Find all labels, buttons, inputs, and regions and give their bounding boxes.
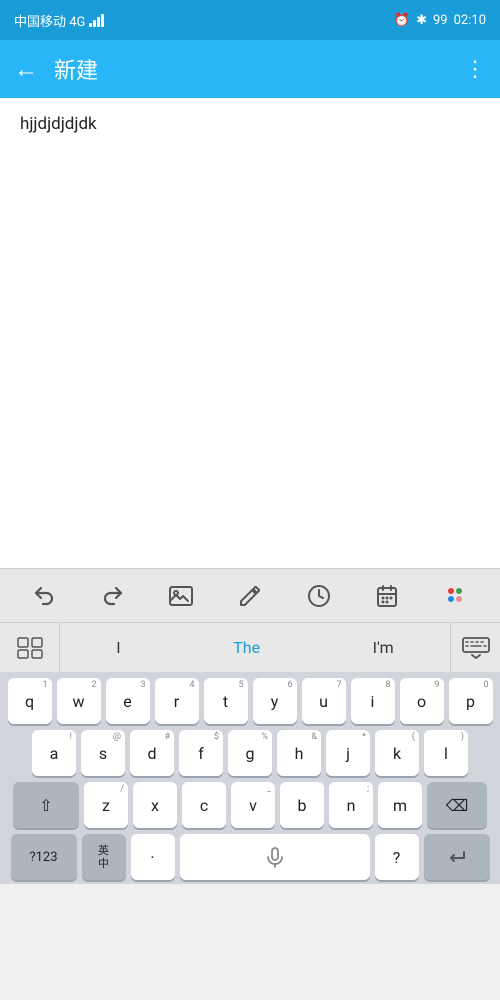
keyboard-row-3: ⇧ /z x c _v b ;n m ⌫: [4, 782, 496, 828]
signal-bar-3: [97, 17, 100, 27]
redo-button[interactable]: [91, 574, 135, 618]
key-i[interactable]: 8i: [351, 678, 395, 724]
hide-keyboard-button[interactable]: [450, 623, 500, 673]
question-key[interactable]: ?: [375, 834, 419, 880]
carrier-text: 中国移动 4G: [14, 11, 85, 30]
signal-bar-4: [101, 14, 104, 27]
key-d[interactable]: #d: [130, 730, 174, 776]
key-b[interactable]: b: [280, 782, 324, 828]
suggestions-row: I The I'm: [0, 622, 500, 672]
battery-indicator: 99: [433, 13, 448, 28]
key-j[interactable]: *j: [326, 730, 370, 776]
period-key[interactable]: ·: [131, 834, 175, 880]
suggestion-The[interactable]: The: [215, 630, 278, 665]
key-v[interactable]: _v: [231, 782, 275, 828]
space-key[interactable]: [180, 834, 370, 880]
key-t[interactable]: 5t: [204, 678, 248, 724]
magic-button[interactable]: [434, 574, 478, 618]
key-e[interactable]: 3e: [106, 678, 150, 724]
suggestion-items: I The I'm: [60, 630, 450, 665]
status-bar: 中国移动 4G ⏰ ✱ 99 02:10: [0, 0, 500, 40]
undo-button[interactable]: [22, 574, 66, 618]
key-f[interactable]: $f: [179, 730, 223, 776]
key-m[interactable]: m: [378, 782, 422, 828]
app-bar: ← 新建 ⋮: [0, 40, 500, 98]
shift-key[interactable]: ⇧: [13, 782, 79, 828]
keyboard-row-4: ?123 英中 · ?: [4, 834, 496, 880]
keyboard: 1q 2w 3e 4r 5t 6y 7u 8i 9o 0p !a @s #d $…: [0, 672, 500, 884]
enter-icon: [446, 848, 468, 866]
key-l[interactable]: )l: [424, 730, 468, 776]
status-carrier: 中国移动 4G: [14, 11, 104, 30]
enter-key[interactable]: [424, 834, 490, 880]
key-y[interactable]: 6y: [253, 678, 297, 724]
numbers-key[interactable]: ?123: [11, 834, 77, 880]
key-x[interactable]: x: [133, 782, 177, 828]
suggestion-I[interactable]: I: [98, 630, 138, 665]
key-p[interactable]: 0p: [449, 678, 493, 724]
status-right: ⏰ ✱ 99 02:10: [394, 13, 486, 28]
editor-content: hjjdjdjdjdk: [20, 114, 97, 134]
keyboard-toolbar: [0, 568, 500, 622]
key-k[interactable]: (k: [375, 730, 419, 776]
app-title: 新建: [54, 53, 448, 85]
suggestion-menu-button[interactable]: [0, 623, 60, 673]
backspace-key[interactable]: ⌫: [427, 782, 487, 828]
microphone-icon: [264, 846, 286, 868]
key-q[interactable]: 1q: [8, 678, 52, 724]
key-r[interactable]: 4r: [155, 678, 199, 724]
key-n[interactable]: ;n: [329, 782, 373, 828]
text-editor[interactable]: hjjdjdjdjdk: [0, 98, 500, 568]
key-h[interactable]: &h: [277, 730, 321, 776]
key-a[interactable]: !a: [32, 730, 76, 776]
alarm-icon: ⏰: [394, 13, 410, 28]
key-g[interactable]: %g: [228, 730, 272, 776]
key-u[interactable]: 7u: [302, 678, 346, 724]
back-button[interactable]: ←: [14, 55, 38, 84]
calendar-button[interactable]: [365, 574, 409, 618]
suggestion-Im[interactable]: I'm: [355, 630, 412, 665]
bluetooth-icon: ✱: [416, 13, 427, 28]
time-display: 02:10: [454, 13, 486, 28]
edit-button[interactable]: [228, 574, 272, 618]
key-z[interactable]: /z: [84, 782, 128, 828]
signal-bar-2: [93, 20, 96, 27]
image-button[interactable]: [159, 574, 203, 618]
key-s[interactable]: @s: [81, 730, 125, 776]
language-key[interactable]: 英中: [82, 834, 126, 880]
keyboard-row-1: 1q 2w 3e 4r 5t 6y 7u 8i 9o 0p: [4, 678, 496, 724]
keyboard-row-2: !a @s #d $f %g &h *j (k )l: [4, 730, 496, 776]
signal-bar-1: [89, 23, 92, 27]
key-c[interactable]: c: [182, 782, 226, 828]
key-w[interactable]: 2w: [57, 678, 101, 724]
key-o[interactable]: 9o: [400, 678, 444, 724]
overflow-menu-button[interactable]: ⋮: [464, 57, 486, 82]
signal-bars: [89, 13, 104, 27]
clock-button[interactable]: [297, 574, 341, 618]
